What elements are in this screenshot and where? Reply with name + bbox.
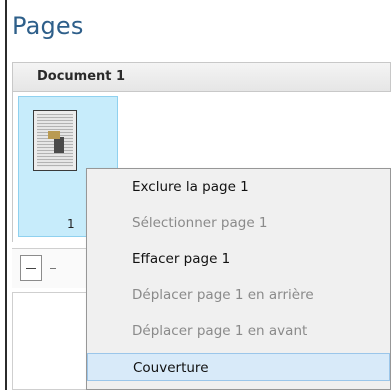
panel-title: Pages	[12, 12, 84, 40]
menu-item-move-back[interactable]: Déplacer page 1 en arrière	[87, 281, 390, 309]
zoom-out-button[interactable]	[20, 255, 42, 281]
page-number-label: 1	[67, 217, 75, 231]
document-header[interactable]: Document 1	[12, 62, 391, 92]
thumbnail-figure	[48, 131, 64, 153]
menu-item-delete-page[interactable]: Effacer page 1	[87, 245, 390, 273]
context-menu: Exclure la page 1 Sélectionner page 1 Ef…	[86, 168, 391, 390]
menu-item-move-forward[interactable]: Déplacer page 1 en avant	[87, 317, 390, 345]
menu-item-cover[interactable]: Couverture	[87, 353, 390, 381]
menu-item-select-page[interactable]: Sélectionner page 1	[87, 209, 390, 237]
zoom-slider-track[interactable]	[50, 268, 56, 269]
menu-item-exclude-page[interactable]: Exclure la page 1	[87, 173, 390, 201]
page-thumbnail-image[interactable]	[33, 110, 77, 171]
left-border	[5, 0, 7, 390]
document-label: Document 1	[37, 69, 126, 84]
